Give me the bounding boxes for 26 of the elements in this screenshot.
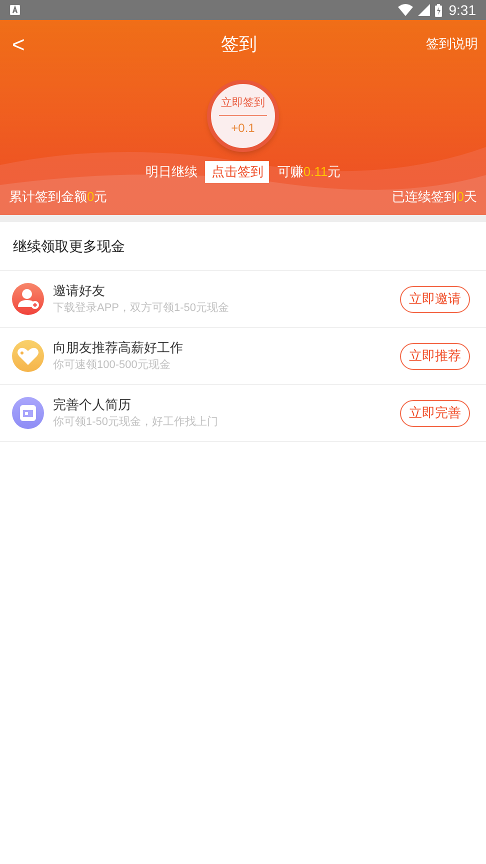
task-button[interactable]: 立即推荐: [400, 342, 470, 370]
task-description: 你可速领100-500元现金: [53, 358, 172, 373]
earn-text: 可赚0.11元: [277, 163, 341, 181]
back-button[interactable]: <: [12, 28, 52, 60]
battery-icon: [434, 4, 442, 16]
prompt-text: 明日继续: [145, 163, 198, 181]
wifi-icon: [398, 4, 413, 16]
total-amount-text: 累计签到金额0元: [9, 188, 108, 206]
task-title: 向朋友推荐高薪好工作: [53, 339, 184, 357]
streak-text: 已连续签到0天: [392, 188, 477, 206]
task-title: 完善个人简历: [53, 396, 132, 414]
task-description: 你可领1-50元现金，好工作找上门: [53, 414, 220, 430]
check-in-button[interactable]: 点击签到: [205, 161, 270, 182]
signal-icon: [418, 4, 430, 16]
status-time: 9:31: [448, 0, 476, 20]
task-description: 下载登录APP，双方可领1-50元现金: [53, 300, 230, 316]
task-title: 邀请好友: [53, 282, 106, 300]
task-button[interactable]: 立即完善: [400, 400, 470, 426]
help-link[interactable]: 签到说明: [426, 34, 478, 54]
section-title: 继续领取更多现金: [13, 236, 125, 256]
sign-in-button[interactable]: 立即签到 +0.1: [207, 80, 279, 152]
person-add-icon: [12, 283, 44, 315]
document-icon: [12, 397, 44, 429]
notification-icon: [10, 5, 20, 15]
task-button[interactable]: 立即邀请: [400, 286, 470, 312]
page-title: 签到: [221, 32, 257, 56]
